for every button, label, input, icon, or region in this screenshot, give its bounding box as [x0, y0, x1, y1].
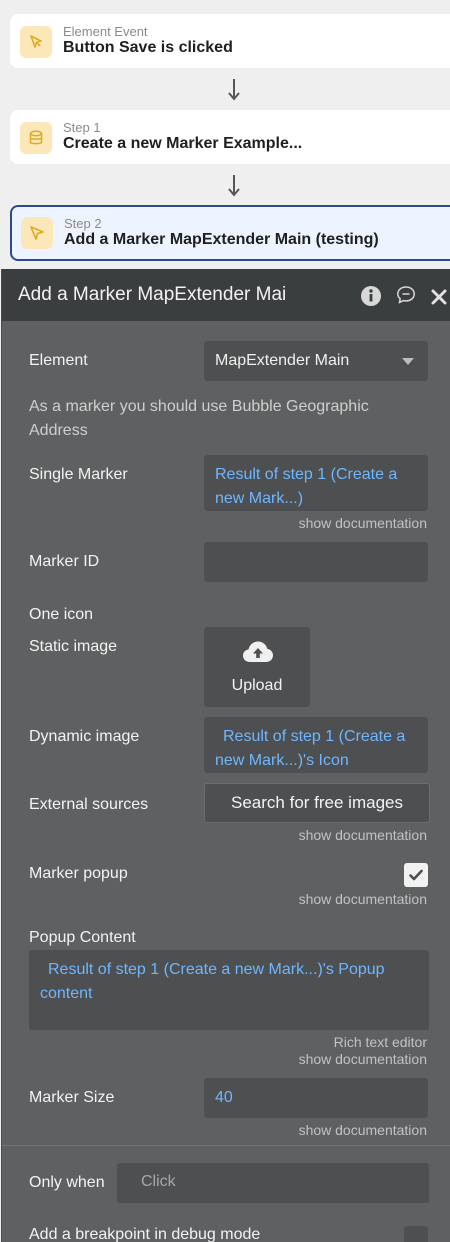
checkmark-icon: [409, 869, 423, 881]
event-card[interactable]: Element Event Button Save is clicked: [10, 14, 450, 68]
step-2-title: Add a Marker MapExtender Main (testing): [64, 231, 379, 248]
panel-header: Add a Marker MapExtender Mai: [2, 269, 450, 321]
marker-popup-checkbox[interactable]: [404, 863, 428, 887]
marker-hint-text: As a marker you should use Bubble Geogra…: [29, 398, 369, 439]
step-1-card[interactable]: Step 1 Create a new Marker Example...: [10, 110, 450, 164]
only-when-placeholder: Click: [141, 1173, 176, 1190]
dynamic-image-field[interactable]: Result of step 1 (Create a new Mark...)'…: [204, 717, 428, 773]
show-documentation-link[interactable]: show documentation: [299, 891, 427, 907]
marker-size-label: Marker Size: [29, 1089, 115, 1106]
step-1-title: Create a new Marker Example...: [63, 135, 303, 152]
show-documentation-link[interactable]: show documentation: [299, 1051, 427, 1067]
marker-size-field[interactable]: 40: [204, 1078, 428, 1118]
comment-icon[interactable]: [396, 285, 416, 305]
element-value: MapExtender Main: [215, 352, 350, 369]
marker-id-field[interactable]: [204, 542, 428, 582]
cloud-upload-icon: [243, 641, 273, 662]
element-dropdown[interactable]: MapExtender Main: [204, 341, 428, 381]
step-2-card[interactable]: Step 2 Add a Marker MapExtender Main (te…: [10, 205, 450, 261]
element-label: Element: [29, 352, 88, 369]
event-type-label: Element Event: [63, 24, 148, 39]
divider: [2, 1145, 450, 1146]
close-icon[interactable]: [430, 288, 448, 306]
only-when-field[interactable]: Click: [117, 1163, 429, 1203]
show-documentation-link[interactable]: show documentation: [299, 515, 427, 531]
upload-label: Upload: [231, 677, 283, 694]
step-2-type-label: Step 2: [64, 216, 102, 231]
popup-content-expression[interactable]: Result of step 1 (Create a new Mark...)'…: [40, 961, 385, 1002]
breakpoint-label: Add a breakpoint in debug mode: [29, 1226, 261, 1242]
rich-text-editor-link[interactable]: Rich text editor: [334, 1034, 427, 1050]
single-marker-field[interactable]: Result of step 1 (Create a new Mark...): [204, 455, 428, 511]
show-documentation-link[interactable]: show documentation: [299, 827, 427, 843]
breakpoint-checkbox[interactable]: [404, 1226, 428, 1242]
marker-size-value[interactable]: 40: [215, 1086, 233, 1110]
database-icon: [20, 122, 52, 154]
only-when-label: Only when: [29, 1174, 105, 1191]
chevron-down-icon: [402, 358, 414, 365]
single-marker-expression[interactable]: Result of step 1 (Create a new Mark...): [215, 466, 397, 507]
panel-title: Add a Marker MapExtender Mai: [18, 284, 287, 305]
one-icon-label: One icon: [29, 606, 94, 623]
dynamic-image-label: Dynamic image: [29, 728, 140, 745]
property-editor-panel: Add a Marker MapExtender Mai Element Map…: [1, 269, 450, 1242]
search-free-images-button[interactable]: Search for free images: [204, 783, 430, 823]
marker-id-label: Marker ID: [29, 553, 100, 570]
location-arrow-icon: [21, 217, 53, 249]
static-image-label: Static image: [29, 638, 118, 655]
arrow-down-icon: [228, 175, 240, 197]
upload-button[interactable]: Upload: [204, 627, 310, 707]
info-icon[interactable]: [360, 285, 382, 307]
step-1-type-label: Step 1: [63, 120, 101, 135]
show-documentation-link[interactable]: show documentation: [299, 1122, 427, 1138]
single-marker-label: Single Marker: [29, 466, 128, 483]
dynamic-image-expression[interactable]: Result of step 1 (Create a new Mark...)'…: [215, 728, 405, 769]
arrow-down-icon: [228, 79, 240, 101]
cursor-icon: [20, 26, 52, 58]
popup-content-label: Popup Content: [29, 929, 136, 946]
event-title: Button Save is clicked: [63, 39, 233, 56]
marker-popup-label: Marker popup: [29, 865, 128, 882]
external-sources-label: External sources: [29, 796, 149, 813]
popup-content-field[interactable]: Result of step 1 (Create a new Mark...)'…: [29, 950, 429, 1030]
